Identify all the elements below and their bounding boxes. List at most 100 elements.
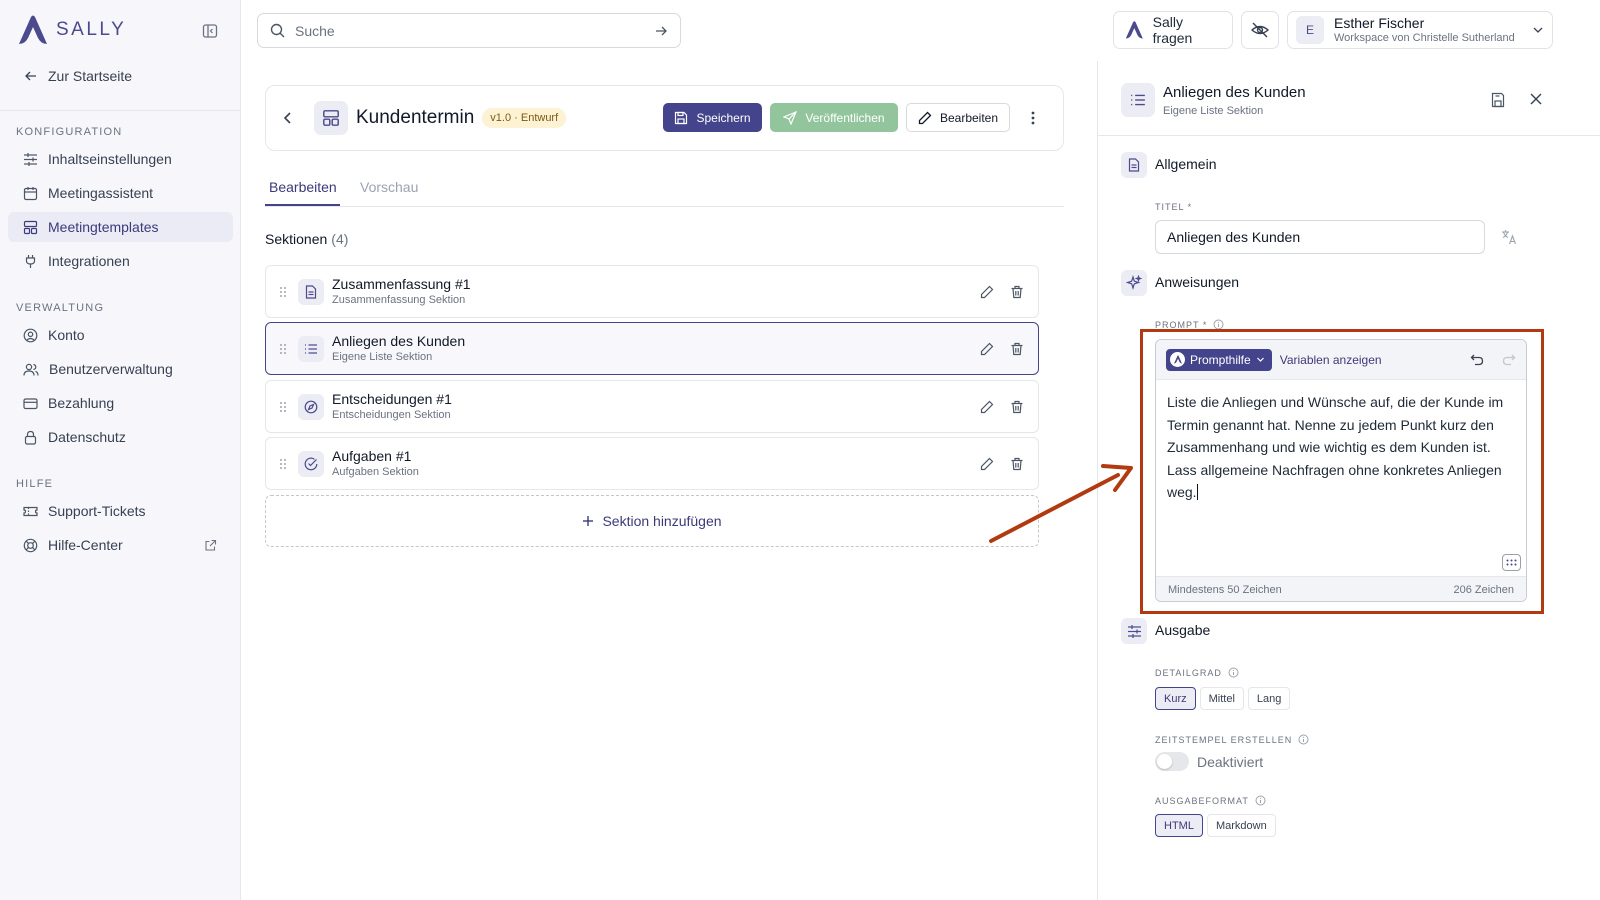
- ask-sally-button[interactable]: Sally fragen: [1113, 11, 1233, 49]
- tab-vorschau[interactable]: Vorschau: [360, 179, 418, 195]
- detail-option-kurz[interactable]: Kurz: [1155, 687, 1196, 710]
- format-option-markdown[interactable]: Markdown: [1206, 814, 1276, 837]
- search-bar[interactable]: [257, 13, 681, 48]
- section-title: Entscheidungen #1: [332, 391, 452, 408]
- bookmark-save-icon[interactable]: [1490, 92, 1506, 108]
- trash-icon[interactable]: [1010, 342, 1024, 356]
- toggle-knob: [1157, 754, 1172, 769]
- drag-handle-icon[interactable]: [279, 286, 287, 298]
- drag-handle-icon[interactable]: [279, 401, 287, 413]
- publish-label: Veröffentlichen: [805, 110, 885, 125]
- close-icon[interactable]: [1529, 92, 1543, 106]
- plug-icon: [25, 254, 36, 268]
- tab-bearbeiten[interactable]: Bearbeiten: [269, 179, 337, 195]
- home-link[interactable]: Zur Startseite: [24, 68, 132, 84]
- arrow-left-icon: [25, 71, 36, 81]
- document-icon: [305, 284, 317, 299]
- sidebar-item-integrationen[interactable]: Integrationen: [8, 246, 233, 276]
- section-row[interactable]: Aufgaben #1 Aufgaben Sektion: [265, 437, 1039, 490]
- pencil-icon[interactable]: [980, 285, 994, 299]
- info-icon[interactable]: [1255, 795, 1266, 806]
- more-vertical-icon[interactable]: [1026, 108, 1040, 128]
- sections-heading: Sektionen (4): [265, 231, 348, 247]
- plus-icon: [583, 516, 594, 526]
- lock-icon: [24, 430, 37, 445]
- toggle-track[interactable]: [1155, 752, 1189, 771]
- users-icon: [23, 363, 39, 376]
- arrow-right-icon[interactable]: [654, 24, 668, 38]
- sidebar-item-meetingtemplates[interactable]: Meetingtemplates: [8, 212, 233, 242]
- sidebar-item-label: Benutzerverwaltung: [49, 361, 173, 377]
- info-icon[interactable]: [1298, 734, 1309, 745]
- instructions-group-icon: [1121, 270, 1147, 296]
- layout-icon: [323, 110, 339, 126]
- ask-sally-label: Sally fragen: [1152, 14, 1193, 46]
- section-title-verwaltung: VERWALTUNG: [16, 302, 105, 314]
- search-icon: [270, 23, 285, 38]
- section-row[interactable]: Entscheidungen #1 Entscheidungen Sektion: [265, 380, 1039, 433]
- pencil-icon[interactable]: [980, 457, 994, 471]
- section-subtitle: Entscheidungen Sektion: [332, 409, 451, 422]
- sections-heading-label: Sektionen: [265, 231, 328, 247]
- timestamp-state: Deaktiviert: [1197, 753, 1264, 770]
- chevron-down-icon: [1533, 27, 1543, 33]
- sidebar-item-hilfe-center[interactable]: Hilfe-Center: [8, 530, 233, 560]
- trash-icon[interactable]: [1010, 457, 1024, 471]
- trash-icon[interactable]: [1010, 400, 1024, 414]
- save-button[interactable]: Speichern: [663, 103, 762, 132]
- detail-level-selector: Kurz Mittel Lang: [1155, 687, 1291, 710]
- sidebar: SALLY Zur Startseite KONFIGURATION Inhal…: [0, 0, 241, 900]
- sidebar-item-konto[interactable]: Konto: [8, 320, 233, 350]
- trash-icon[interactable]: [1010, 285, 1024, 299]
- title-label-text: TITEL *: [1155, 202, 1193, 212]
- collapse-sidebar-icon[interactable]: [202, 23, 218, 39]
- pencil-icon[interactable]: [980, 342, 994, 356]
- format-option-html[interactable]: HTML: [1155, 814, 1203, 837]
- sally-logo[interactable]: SALLY: [16, 14, 126, 46]
- section-title: Aufgaben #1: [332, 448, 412, 465]
- avatar: E: [1296, 16, 1324, 44]
- drag-handle-icon[interactable]: [279, 343, 287, 355]
- search-input[interactable]: [295, 22, 644, 39]
- general-heading: Allgemein: [1155, 156, 1217, 172]
- sidebar-item-bezahlung[interactable]: Bezahlung: [8, 388, 233, 418]
- back-chevron-icon[interactable]: [278, 108, 298, 128]
- edit-label: Bearbeiten: [939, 110, 999, 125]
- detail-level-label: DETAILGRAD: [1155, 667, 1239, 678]
- sidebar-item-label: Support-Tickets: [48, 503, 146, 519]
- translate-icon[interactable]: [1501, 229, 1517, 245]
- sidebar-item-benutzerverwaltung[interactable]: Benutzerverwaltung: [8, 354, 233, 384]
- section-row[interactable]: Zusammenfassung #1 Zusammenfassung Sekti…: [265, 265, 1039, 318]
- section-title-konfiguration: KONFIGURATION: [16, 126, 123, 138]
- sidebar-item-inhaltseinstellungen[interactable]: Inhaltseinstellungen: [8, 144, 233, 174]
- user-circle-icon: [23, 328, 38, 342]
- add-section-button[interactable]: Sektion hinzufügen: [265, 495, 1039, 547]
- privacy-toggle-button[interactable]: [1241, 11, 1279, 49]
- sidebar-item-label: Integrationen: [48, 253, 130, 269]
- sidebar-item-support-tickets[interactable]: Support-Tickets: [8, 496, 233, 526]
- template-icon: [314, 101, 348, 135]
- detail-option-mittel[interactable]: Mittel: [1199, 687, 1244, 710]
- drag-handle-icon[interactable]: [279, 458, 287, 470]
- sidebar-item-datenschutz[interactable]: Datenschutz: [8, 422, 233, 452]
- sidebar-item-label: Hilfe-Center: [48, 537, 123, 553]
- title-input[interactable]: [1155, 220, 1485, 254]
- sidebar-item-label: Inhaltseinstellungen: [48, 151, 172, 167]
- edit-button[interactable]: Bearbeiten: [906, 103, 1010, 132]
- workspace-name: Workspace von Christelle Sutherland: [1334, 31, 1515, 44]
- sally-logo-icon: [19, 15, 47, 44]
- user-menu[interactable]: E Esther Fischer Workspace von Christell…: [1287, 11, 1553, 49]
- sidebar-item-meetingassistent[interactable]: Meetingassistent: [8, 178, 233, 208]
- eye-off-icon: [1250, 22, 1270, 38]
- info-icon[interactable]: [1228, 667, 1239, 678]
- timestamp-toggle[interactable]: Deaktiviert: [1155, 752, 1263, 771]
- publish-button[interactable]: Veröffentlichen: [770, 103, 898, 132]
- ticket-icon: [23, 506, 38, 516]
- calendar-icon: [23, 186, 38, 200]
- pencil-icon[interactable]: [980, 400, 994, 414]
- detail-option-lang[interactable]: Lang: [1247, 687, 1291, 710]
- document-icon: [1128, 158, 1140, 172]
- panel-section-icon: [1121, 83, 1155, 117]
- section-row[interactable]: Anliegen des Kunden Eigene Liste Sektion: [265, 322, 1039, 375]
- sidebar-item-label: Meetingassistent: [48, 185, 154, 201]
